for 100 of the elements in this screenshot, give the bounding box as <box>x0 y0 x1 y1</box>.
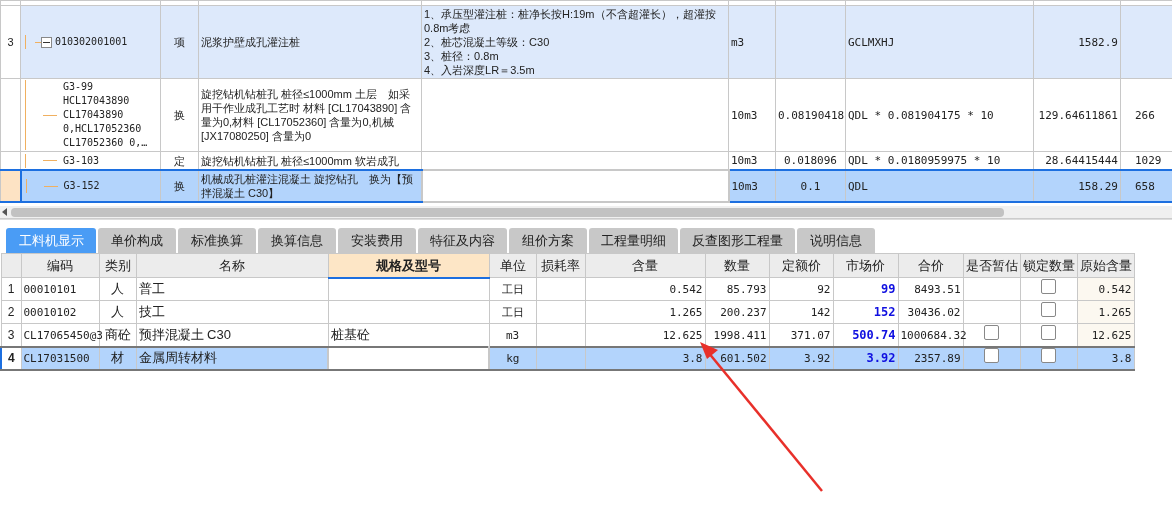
amount-text: 658 <box>1135 179 1155 193</box>
code-text: G3-103 <box>63 153 100 168</box>
unit-text: 10m3 <box>731 108 758 122</box>
feature-line: 3、桩径：0.8m <box>424 49 500 63</box>
cell-text: 1998.411 <box>713 328 767 342</box>
cell-text: 00010101 <box>23 282 77 296</box>
cell-text: 99 <box>881 282 896 296</box>
cell-text: CL17065450@3 <box>23 328 103 342</box>
column-header[interactable]: 名称 <box>136 253 328 278</box>
cell-text: 0.542 <box>1098 282 1132 296</box>
type-text: 换 <box>174 180 185 192</box>
checkbox[interactable] <box>984 324 999 340</box>
code-text: G3-99 HCL17043890 CL17043890 0,HCL17052360 CL17052360 0,… <box>63 80 148 150</box>
cell-text: 12.625 <box>1091 328 1132 342</box>
row-number: 1 <box>7 282 15 296</box>
tab[interactable]: 组价方案 <box>509 228 587 253</box>
amount-text: 1029 <box>1135 154 1162 167</box>
column-header[interactable]: 定额价 <box>769 253 833 278</box>
cell-text: 商砼 <box>104 327 131 342</box>
checkbox[interactable] <box>1041 279 1056 294</box>
cell-text: 人 <box>111 281 124 297</box>
tab[interactable]: 安装费用 <box>338 228 416 253</box>
row-number: 4 <box>7 351 15 365</box>
amount-text: 266 <box>1135 108 1155 122</box>
cell-text: 1.265 <box>1098 305 1132 319</box>
cell-text: 3.92 <box>804 351 831 365</box>
cell-text: 3.92 <box>866 351 896 365</box>
cell-text: 8493.51 <box>914 282 961 296</box>
row-number: 3 <box>7 36 14 48</box>
cell-text: 2357.89 <box>914 351 961 365</box>
expression-text: QDL * 0.0180959975 * 10 <box>848 154 1001 167</box>
cell-text: 桩基砼 <box>330 327 370 342</box>
name-text: 旋挖钻机钻桩孔 桩径≤1000mm 软岩成孔 <box>201 154 399 167</box>
column-header[interactable]: 损耗率 <box>536 253 585 278</box>
name-text: 机械成孔桩灌注混凝土 旋挖钻孔 换为【预拌混凝土 C30】 <box>201 173 414 199</box>
column-header[interactable]: 原始含量 <box>1077 253 1134 278</box>
row-number: 3 <box>7 327 15 342</box>
code-text: G3-152 <box>63 179 100 193</box>
cell-text: 预拌混凝土 C30 <box>138 327 231 342</box>
cell-text: 1000684.32 <box>900 328 967 342</box>
amount-text: 1582.9 <box>1078 35 1118 49</box>
checkbox[interactable] <box>1041 324 1056 340</box>
checkbox[interactable] <box>1041 348 1056 363</box>
cell-text: kg <box>506 351 520 365</box>
expression-text: QDL <box>848 179 868 193</box>
column-header[interactable]: 单位 <box>489 253 536 278</box>
cell-text: 85.793 <box>726 282 767 296</box>
column-header[interactable]: 是否暂估 <box>963 253 1020 278</box>
feature-line: 2、桩芯混凝土等级：C30 <box>424 35 551 49</box>
factor-text: 0.1 <box>800 179 821 193</box>
amount-text: 129.64611861 <box>1038 108 1118 122</box>
cell-text: 371.07 <box>790 328 831 342</box>
column-header[interactable]: 含量 <box>585 253 705 278</box>
name-text: 旋挖钻机钻桩孔 桩径≤1000mm 土层 如采用干作业成孔工艺时 材料 [CL17043890] 含量为0,材料 [CL17052360] 含量为0,机械 [JX17080250] 含量为0 <box>201 88 412 142</box>
cell-text: CL17031500 <box>23 351 90 365</box>
type-text: 定 <box>174 154 185 167</box>
code-text: 010302001001 <box>55 35 128 49</box>
collapse-icon[interactable] <box>41 36 52 48</box>
column-header[interactable]: 数量 <box>705 253 769 278</box>
cell-text: 工日 <box>501 282 524 296</box>
column-header[interactable]: 编码 <box>21 253 99 278</box>
cell-text: 3.8 <box>1111 351 1132 365</box>
checkbox[interactable] <box>1041 302 1056 317</box>
column-header[interactable]: 锁定数量 <box>1020 253 1077 278</box>
cell-text: 金属周转材料 <box>138 350 217 366</box>
factor-text: 0.08190418 <box>778 108 845 122</box>
cell-text: 普工 <box>138 281 165 297</box>
cell-text: 12.625 <box>662 328 703 342</box>
tab[interactable]: 单价构成 <box>98 228 176 253</box>
amount-text: 158.29 <box>1078 179 1118 193</box>
left-arrow-icon[interactable] <box>1 208 9 216</box>
tree-line <box>43 185 58 187</box>
tree-line <box>43 160 57 161</box>
cell-text: m3 <box>505 328 520 342</box>
cell-text: 工日 <box>501 305 524 319</box>
tab[interactable]: 标准换算 <box>178 228 256 253</box>
checkbox[interactable] <box>984 348 999 363</box>
cell-text: 30436.02 <box>907 305 961 319</box>
cell-text: 人 <box>111 304 124 320</box>
tab[interactable]: 说明信息 <box>797 228 875 253</box>
scrollbar-track[interactable] <box>0 206 1172 219</box>
cell-text: 200.237 <box>720 305 767 319</box>
tab[interactable]: 特征及内容 <box>418 228 507 253</box>
tab[interactable]: 工程量明细 <box>589 228 678 253</box>
tab[interactable]: 换算信息 <box>258 228 336 253</box>
column-header[interactable]: 规格及型号 <box>328 253 489 278</box>
amount-text: 28.64415444 <box>1045 154 1118 167</box>
type-text: 换 <box>174 109 185 121</box>
column-header[interactable]: 合价 <box>898 253 963 278</box>
cell-text: 材 <box>111 350 124 366</box>
cell-text: 500.74 <box>852 327 896 342</box>
feature-line: 1、承压型灌注桩：桩净长按H:19m（不含超灌长），超灌按0.8m考虑 <box>424 7 717 35</box>
scrollbar-thumb[interactable] <box>11 207 1004 217</box>
cell-text: 1.265 <box>669 305 703 319</box>
column-header[interactable]: 市场价 <box>833 253 898 278</box>
expression-text: QDL * 0.081904175 * 10 <box>848 108 994 122</box>
column-header[interactable]: 类别 <box>99 253 136 278</box>
cell-text: 601.502 <box>720 351 767 365</box>
tab[interactable]: 反查图形工程量 <box>680 228 795 253</box>
factor-text: 0.018096 <box>784 154 837 167</box>
